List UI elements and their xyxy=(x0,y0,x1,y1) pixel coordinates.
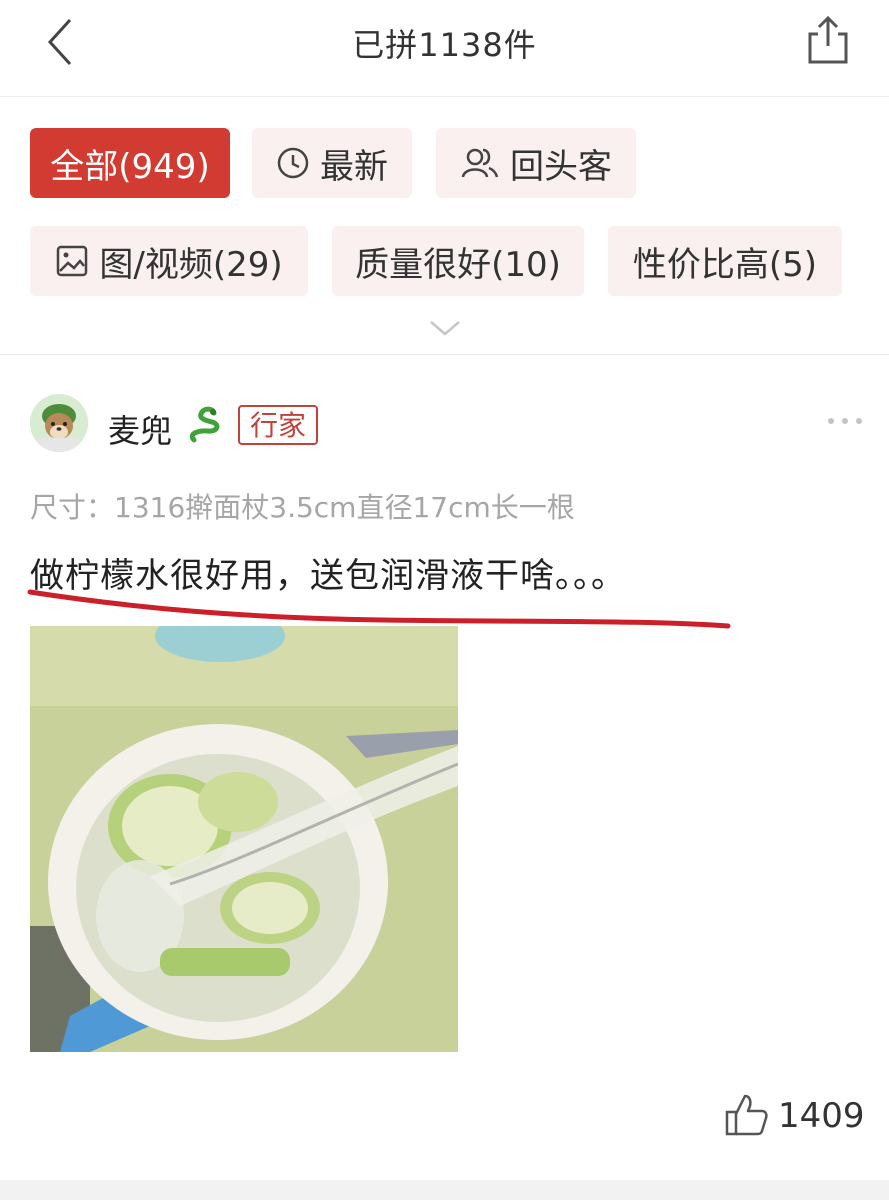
bottom-separator xyxy=(0,1180,889,1200)
filter-chip-returning[interactable]: 回头客 xyxy=(436,128,636,198)
snake-emoji-icon xyxy=(189,406,220,443)
username[interactable]: 麦兜 xyxy=(108,406,172,452)
filter-chip-media[interactable]: 图/视频(29) xyxy=(30,226,308,296)
filter-chip-label: 质量很好(10) xyxy=(355,244,561,285)
share-icon[interactable] xyxy=(804,14,852,66)
users-icon xyxy=(461,148,499,178)
top-bar: 已拼1138件 xyxy=(0,0,889,97)
filter-chip-all[interactable]: 全部(949) xyxy=(30,128,230,198)
page-title: 已拼1138件 xyxy=(352,26,537,64)
filter-chip-label: 最新 xyxy=(320,146,388,187)
filter-chip-label: 性价比高(5) xyxy=(632,244,818,285)
filter-chip-label: 图/视频(29) xyxy=(99,244,283,285)
more-icon[interactable] xyxy=(826,414,864,428)
section-divider xyxy=(0,354,889,355)
expert-badge: 行家 xyxy=(238,405,319,445)
like-count: 1409 xyxy=(778,1096,865,1136)
review-spec: 尺寸：1316擀面杖3.5cm直径17cm长一根 xyxy=(30,491,575,524)
thumbs-up-icon[interactable] xyxy=(724,1092,770,1138)
filter-chip-latest[interactable]: 最新 xyxy=(252,128,412,198)
filter-chip-quality[interactable]: 质量很好(10) xyxy=(332,226,584,296)
filter-chip-value[interactable]: 性价比高(5) xyxy=(608,226,842,296)
filter-chip-label: 全部(949) xyxy=(50,146,210,187)
review-photo[interactable] xyxy=(30,626,458,1052)
image-icon xyxy=(57,245,88,277)
clock-icon xyxy=(277,147,309,179)
chevron-down-icon[interactable] xyxy=(428,318,462,338)
avatar[interactable] xyxy=(30,394,88,452)
filter-chip-label: 回头客 xyxy=(510,146,612,187)
